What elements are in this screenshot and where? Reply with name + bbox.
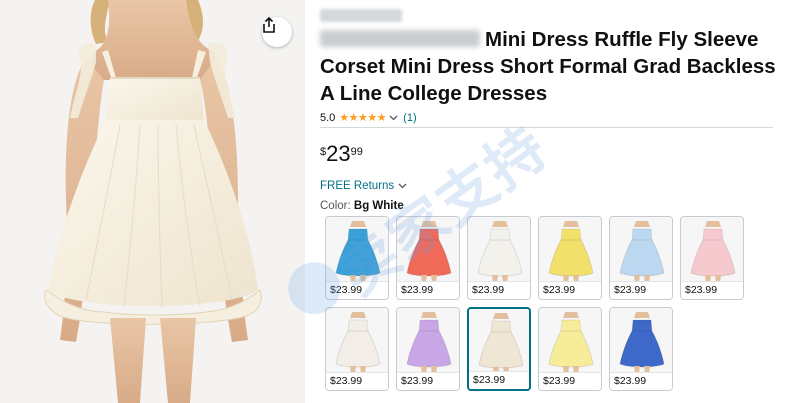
swatch-price: $23.99 bbox=[468, 281, 530, 299]
color-swatch-light-blue[interactable]: $23.99 bbox=[609, 216, 673, 300]
swatch-thumbnail bbox=[397, 217, 459, 283]
swatch-thumbnail bbox=[610, 217, 672, 283]
color-swatch-royal-blue[interactable]: $23.99 bbox=[609, 307, 673, 391]
rating-count-link[interactable]: (1) bbox=[403, 112, 416, 124]
dress-photo bbox=[44, 0, 262, 403]
color-swatch-light-yellow[interactable]: $23.99 bbox=[538, 307, 602, 391]
share-button[interactable] bbox=[262, 17, 292, 47]
star-rating[interactable]: ★ ★ ★ ★ ★ bbox=[339, 111, 386, 124]
swatch-price: $23.99 bbox=[681, 281, 743, 299]
color-swatch-yellow[interactable]: $23.99 bbox=[538, 216, 602, 300]
swatch-price: $23.99 bbox=[397, 372, 459, 390]
redacted-brand-text bbox=[320, 30, 480, 47]
product-title: Mini Dress Ruffle Fly Sleeve Corset Mini… bbox=[320, 26, 780, 107]
chevron-down-icon[interactable] bbox=[389, 115, 398, 121]
swatch-price: $23.99 bbox=[397, 281, 459, 299]
swatch-price: $23.99 bbox=[539, 281, 601, 299]
free-returns-label: FREE Returns bbox=[320, 180, 395, 192]
color-label: Color: bbox=[320, 200, 351, 212]
rating-summary[interactable]: 5.0 ★ ★ ★ ★ ★ (1) bbox=[320, 111, 417, 125]
swatch-thumbnail bbox=[539, 217, 601, 283]
color-swatch-floral[interactable]: $23.99 bbox=[325, 307, 389, 391]
swatch-thumbnail bbox=[469, 309, 529, 375]
share-icon bbox=[263, 17, 275, 33]
color-selection-label: Color: Bg White bbox=[320, 200, 404, 212]
main-product-image[interactable] bbox=[0, 0, 305, 403]
swatch-thumbnail bbox=[610, 308, 672, 374]
swatch-price: $23.99 bbox=[469, 371, 529, 389]
color-swatch-white[interactable]: $23.99 bbox=[467, 216, 531, 300]
store-link-redacted[interactable] bbox=[320, 9, 402, 22]
price-fraction: 99 bbox=[350, 146, 363, 158]
color-swatch-blue[interactable]: $23.99 bbox=[325, 216, 389, 300]
swatch-thumbnail bbox=[326, 308, 388, 374]
swatch-thumbnail bbox=[539, 308, 601, 374]
divider bbox=[320, 127, 773, 128]
color-swatch-bg-white[interactable]: $23.99 bbox=[467, 307, 531, 391]
color-swatch-coral[interactable]: $23.99 bbox=[396, 216, 460, 300]
star-icon: ★ bbox=[358, 112, 368, 124]
swatch-price: $23.99 bbox=[539, 372, 601, 390]
chevron-down-icon bbox=[398, 183, 407, 189]
swatch-price: $23.99 bbox=[610, 281, 672, 299]
star-icon: ★ bbox=[376, 112, 387, 124]
swatch-thumbnail bbox=[681, 217, 743, 283]
swatch-thumbnail bbox=[468, 217, 530, 283]
price-whole: 23 bbox=[326, 141, 351, 166]
selected-color-value: Bg White bbox=[353, 200, 404, 212]
color-swatch-pink[interactable]: $23.99 bbox=[680, 216, 744, 300]
swatch-thumbnail bbox=[397, 308, 459, 374]
price: $ 23 99 bbox=[320, 140, 363, 168]
swatch-thumbnail bbox=[326, 217, 388, 283]
swatch-price: $23.99 bbox=[326, 281, 388, 299]
swatch-price: $23.99 bbox=[610, 372, 672, 390]
star-icon: ★ bbox=[339, 112, 349, 124]
star-icon: ★ bbox=[348, 112, 359, 124]
color-swatch-lavender[interactable]: $23.99 bbox=[396, 307, 460, 391]
free-returns-link[interactable]: FREE Returns bbox=[320, 180, 407, 192]
swatch-price: $23.99 bbox=[326, 372, 388, 390]
star-icon: ★ bbox=[367, 112, 377, 124]
rating-value: 5.0 bbox=[320, 111, 336, 124]
